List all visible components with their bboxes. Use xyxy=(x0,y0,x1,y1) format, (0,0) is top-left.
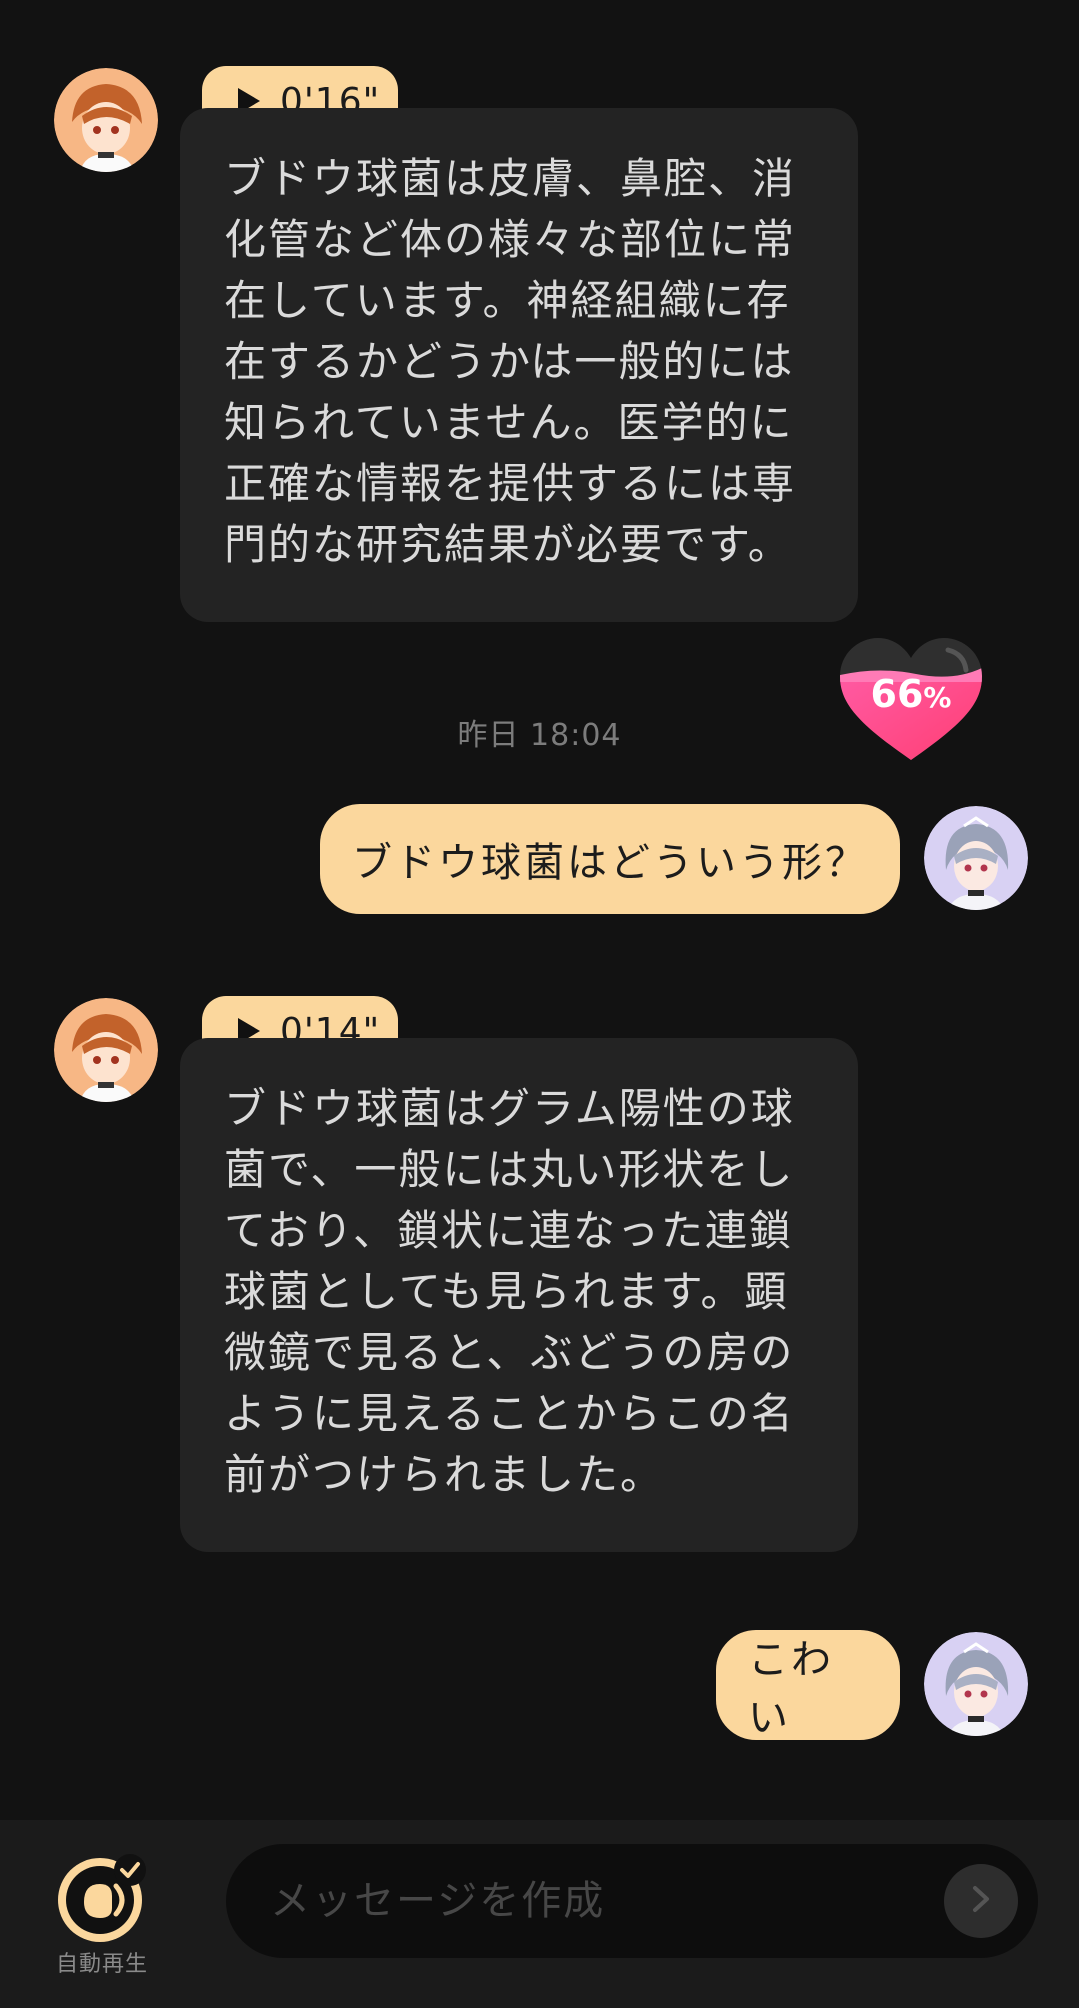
bot-message-bubble: ブドウ球菌はグラム陽性の球菌で、一般には丸い形状をしており、鎖状に連なった連鎖球… xyxy=(180,1038,858,1552)
send-button[interactable] xyxy=(944,1864,1018,1938)
bot-message-text: ブドウ球菌はグラム陽性の球菌で、一般には丸い形状をしており、鎖状に連なった連鎖球… xyxy=(224,1084,795,1499)
user-message-text: こわい xyxy=(748,1637,834,1741)
autoplay-label: 自動再生 xyxy=(55,1952,148,1977)
user-avatar[interactable] xyxy=(924,1632,1028,1736)
bot-avatar[interactable] xyxy=(54,68,158,172)
user-message-bubble: ブドウ球菌はどういう形？ xyxy=(320,804,900,914)
timestamp: 昨日 18:04 xyxy=(457,718,622,753)
chat-screen: 0'16" ブドウ球菌は皮膚、鼻腔、消化管など体の様々な部位に常在しています。神… xyxy=(0,0,1079,2008)
bot-message-bubble: ブドウ球菌は皮膚、鼻腔、消化管など体の様々な部位に常在しています。神経組織に存在… xyxy=(180,108,858,622)
user-avatar[interactable] xyxy=(924,806,1028,910)
autoplay-icon[interactable] xyxy=(56,1852,148,1944)
user-message-bubble: こわい xyxy=(716,1630,900,1741)
user-message-text: ブドウ球菌はどういう形？ xyxy=(352,840,868,886)
chevron-right-icon xyxy=(969,1884,993,1918)
message-input-container xyxy=(226,1844,1038,1958)
bot-avatar[interactable] xyxy=(54,998,158,1102)
bot-message-text: ブドウ球菌は皮膚、鼻腔、消化管など体の様々な部位に常在しています。神経組織に存在… xyxy=(224,154,797,569)
message-input[interactable] xyxy=(270,1844,910,1958)
